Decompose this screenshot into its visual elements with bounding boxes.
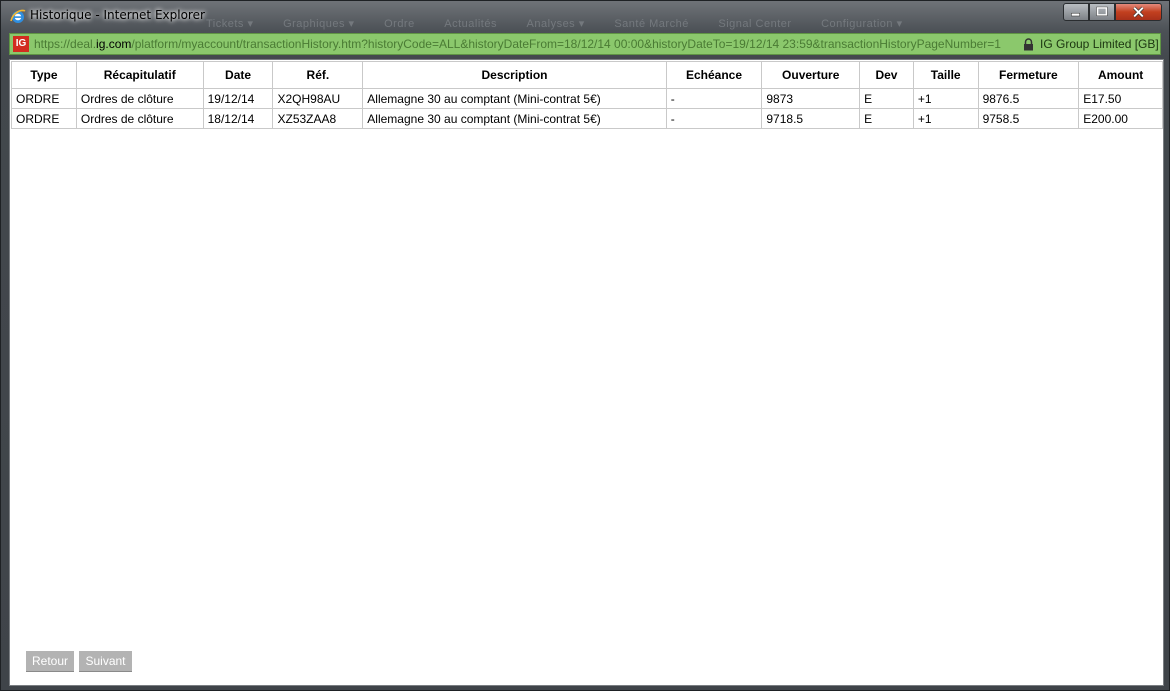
column-header-echeance: Echéance	[665, 61, 763, 89]
table-row: ORDRE Ordres de clôture 18/12/14 XZ53ZAA…	[11, 108, 1163, 129]
page-content: Type Récapitulatif Date Réf. Description…	[9, 59, 1164, 686]
background-menu-item: Tickets ▾	[206, 18, 254, 30]
table-header-row: Type Récapitulatif Date Réf. Description…	[11, 61, 1163, 89]
cell-fermeture: 9876.5	[977, 88, 1080, 109]
cell-ref: XZ53ZAA8	[272, 108, 364, 129]
column-header-dev: Dev	[859, 61, 914, 89]
cell-date: 19/12/14	[202, 88, 274, 109]
cell-amount: E200.00	[1078, 108, 1163, 129]
address-bar[interactable]: IG https://deal.ig.com/platform/myaccoun…	[9, 33, 1161, 55]
cell-taille: +1	[912, 88, 979, 109]
background-menu-item: Santé Marché	[614, 18, 689, 30]
minimize-icon	[1071, 12, 1080, 17]
maximize-button[interactable]	[1089, 3, 1115, 21]
cell-amount: E17.50	[1078, 88, 1163, 109]
next-page-button[interactable]: Suivant	[79, 651, 132, 672]
column-header-fermeture: Fermeture	[977, 61, 1080, 89]
column-header-date: Date	[202, 61, 274, 89]
cell-description: Allemagne 30 au comptant (Mini-contrat 5…	[362, 108, 667, 129]
cell-recap: Ordres de clôture	[75, 108, 204, 129]
cell-taille: +1	[912, 108, 979, 129]
url-domain: ig.com	[96, 37, 132, 51]
minimize-button[interactable]	[1063, 3, 1089, 21]
cell-recap: Ordres de clôture	[75, 88, 204, 109]
background-menu-item: Configuration ▾	[821, 18, 903, 30]
transaction-history-table: Type Récapitulatif Date Réf. Description…	[11, 61, 1163, 129]
url-text[interactable]: https://deal.ig.com/platform/myaccount/t…	[34, 37, 1019, 51]
previous-page-button[interactable]: Retour	[26, 651, 74, 672]
cell-echeance: -	[665, 88, 763, 109]
background-menu-item: Actualités	[444, 18, 497, 30]
column-header-ouverture: Ouverture	[761, 61, 861, 89]
close-icon	[1133, 6, 1144, 18]
cell-echeance: -	[665, 108, 763, 129]
internet-explorer-icon	[10, 9, 26, 23]
cell-dev: E	[859, 108, 914, 129]
column-header-ref: Réf.	[272, 61, 364, 89]
url-path: /platform/myaccount/transactionHistory.h…	[131, 37, 1001, 51]
cell-type: ORDRE	[11, 88, 77, 109]
cell-ouverture: 9873	[761, 88, 861, 109]
cell-type: ORDRE	[11, 108, 77, 129]
cell-date: 18/12/14	[202, 108, 274, 129]
cell-ref: X2QH98AU	[272, 88, 364, 109]
site-favicon: IG	[13, 36, 29, 52]
column-header-taille: Taille	[912, 61, 979, 89]
title-bar[interactable]: Tickets ▾ Graphiques ▾ Ordre Actualités …	[1, 1, 1169, 31]
column-header-amount: Amount	[1078, 61, 1163, 89]
background-menu-item: Analyses ▾	[526, 18, 585, 30]
column-header-type: Type	[11, 61, 77, 89]
cell-description: Allemagne 30 au comptant (Mini-contrat 5…	[362, 88, 667, 109]
lock-icon[interactable]	[1023, 38, 1034, 51]
window-title: Historique - Internet Explorer	[30, 8, 205, 22]
maximize-icon	[1096, 6, 1108, 17]
ie-window: Tickets ▾ Graphiques ▾ Ordre Actualités …	[0, 0, 1170, 691]
cell-fermeture: 9758.5	[977, 108, 1080, 129]
cell-dev: E	[859, 88, 914, 109]
cell-ouverture: 9718.5	[761, 108, 861, 129]
table-row: ORDRE Ordres de clôture 19/12/14 X2QH98A…	[11, 88, 1163, 109]
url-prefix: https://deal.	[34, 37, 97, 51]
close-button[interactable]	[1115, 3, 1162, 21]
column-header-recap: Récapitulatif	[75, 61, 204, 89]
background-menu-item: Signal Center	[718, 18, 792, 30]
background-menu-item: Graphiques ▾	[283, 18, 355, 30]
column-header-description: Description	[362, 61, 667, 89]
background-menu-item: Ordre	[384, 18, 415, 30]
certificate-identity[interactable]: IG Group Limited [GB]	[1040, 37, 1159, 51]
